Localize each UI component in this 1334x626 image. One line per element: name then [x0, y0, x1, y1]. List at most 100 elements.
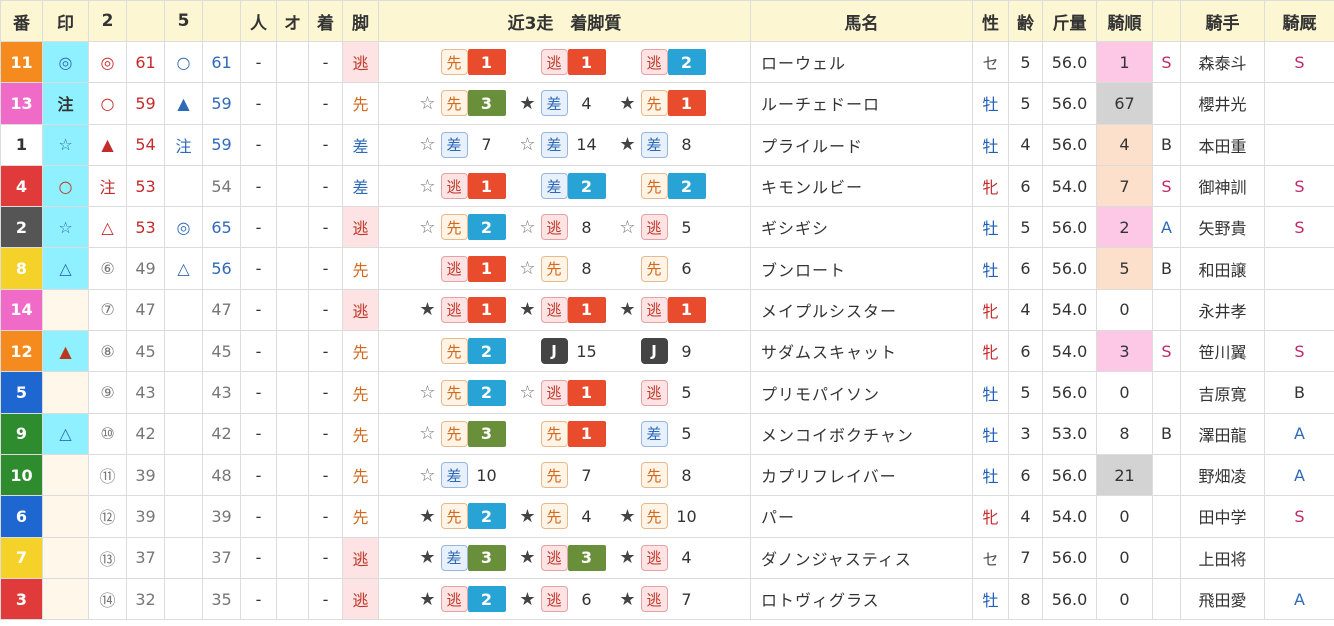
horse-name[interactable]: ローウェル: [750, 40, 973, 84]
header-ninki[interactable]: 人: [240, 0, 277, 42]
recent-race-3[interactable]: ☆ 逃 5: [615, 214, 715, 241]
header-score2-mark[interactable]: 2: [88, 0, 127, 42]
horse-name[interactable]: ルーチェドーロ: [750, 82, 973, 125]
recent-race-2[interactable]: ★ 先 4: [515, 503, 615, 530]
jockey-name[interactable]: 飛田愛: [1180, 577, 1265, 621]
recent-race-3[interactable]: 先2: [615, 173, 715, 200]
table-row[interactable]: 12 ▲ ⑧ 45 45- - 先先 2 J 15 J 9 サダムスキャット牝 6 54.0 3 S 笹川翼 S: [0, 330, 1334, 373]
header-jockey-grade[interactable]: [1152, 0, 1181, 42]
recent-race-1[interactable]: ☆ 逃 1: [415, 173, 515, 200]
header-horse-name[interactable]: 馬名: [750, 0, 973, 42]
header-odds[interactable]: オ: [276, 0, 309, 42]
header-kyakushitsu[interactable]: 脚: [342, 0, 379, 42]
header-score5[interactable]: [202, 0, 241, 42]
header-kikyu[interactable]: 騎厩: [1264, 0, 1334, 42]
table-row[interactable]: 13 注 ○ 59 ▲ 59- - 先 ☆ 先 3 ★ 差 4 ★ 先 1 ルーチェドーロ牡 5 56.0 67 櫻井光: [0, 82, 1334, 125]
recent-race-1[interactable]: ☆ 先 3: [415, 90, 515, 117]
recent-race-3[interactable]: 差5: [615, 420, 715, 447]
prediction-mark[interactable]: 注: [42, 82, 89, 125]
horse-name[interactable]: メイプルシスター: [750, 288, 973, 332]
recent-race-2[interactable]: 先7: [515, 462, 615, 489]
recent-race-1[interactable]: ★ 逃 2: [415, 586, 515, 612]
recent-race-3[interactable]: ★ 先 10: [615, 503, 715, 530]
recent-race-2[interactable]: J 15: [515, 338, 615, 365]
header-score5-mark[interactable]: 5: [164, 0, 203, 42]
prediction-mark[interactable]: [42, 577, 89, 621]
recent-race-2[interactable]: ☆ 逃 1: [515, 379, 615, 406]
horse-name[interactable]: カプリフレイバー: [750, 453, 973, 497]
jockey-name[interactable]: 吉原寛: [1180, 371, 1265, 414]
recent-race-2[interactable]: ☆ 先 8: [515, 255, 615, 282]
recent-race-2[interactable]: 逃1: [515, 49, 615, 76]
table-row[interactable]: 14 ⑦ 47 47- - 逃 ★ 逃 1 ★ 逃 1 ★ 逃 1 メイプルシスター牝 4 54.0 0 永井孝: [0, 288, 1334, 332]
recent-race-3[interactable]: 逃2: [615, 49, 715, 76]
header-shirushi[interactable]: 印: [42, 0, 89, 42]
recent-race-3[interactable]: 先8: [615, 462, 715, 489]
table-row[interactable]: 5 ⑨ 43 43- - 先 ☆ 先 2 ☆ 逃 1 逃 5 プリモパイソン牡 5 56.0 0 吉原寛 B: [0, 371, 1334, 414]
prediction-mark[interactable]: ○: [42, 164, 89, 208]
table-row[interactable]: 10 ⑪ 39 48- - 先 ☆ 差 10 先 7 先 8 カプリフレイバー牡 6 56.0 21 野畑凌 A: [0, 453, 1334, 497]
recent-race-3[interactable]: ★ 逃 7: [615, 586, 715, 612]
header-score2[interactable]: [126, 0, 165, 42]
recent-race-1[interactable]: 先1: [415, 49, 515, 76]
header-recent3[interactable]: 近3走 着脚質: [378, 0, 751, 42]
prediction-mark[interactable]: [42, 536, 89, 579]
jockey-name[interactable]: 櫻井光: [1180, 82, 1265, 125]
jockey-name[interactable]: 野畑凌: [1180, 453, 1265, 497]
horse-name[interactable]: メンコイボクチャン: [750, 412, 973, 455]
recent-race-3[interactable]: ★ 差 8: [615, 131, 715, 158]
header-chaku[interactable]: 着: [308, 0, 343, 42]
recent-race-1[interactable]: 先2: [415, 338, 515, 365]
recent-race-3[interactable]: J9: [615, 338, 715, 365]
header-age[interactable]: 齢: [1008, 0, 1043, 42]
recent-race-3[interactable]: ★ 逃 4: [615, 544, 715, 571]
horse-name[interactable]: ギシギシ: [750, 206, 973, 249]
horse-name[interactable]: プライルード: [750, 123, 973, 166]
recent-race-2[interactable]: 先1: [515, 420, 615, 447]
jockey-name[interactable]: 矢野貴: [1180, 206, 1265, 249]
prediction-mark[interactable]: [42, 288, 89, 332]
recent-race-3[interactable]: 逃5: [615, 379, 715, 406]
recent-race-3[interactable]: ★ 逃 1: [615, 296, 715, 323]
horse-name[interactable]: ブンロート: [750, 247, 973, 290]
recent-race-3[interactable]: 先6: [615, 255, 715, 282]
recent-race-2[interactable]: ☆ 逃 8: [515, 214, 615, 241]
recent-race-1[interactable]: ★ 逃 1: [415, 296, 515, 323]
jockey-name[interactable]: 本田重: [1180, 123, 1265, 166]
prediction-mark[interactable]: △: [42, 247, 89, 290]
table-row[interactable]: 4 ○ 注 53 54- - 差 ☆ 逃 1 差 2 先 2 キモンルビー牝 6 54.0 7 S 御神訓 S: [0, 164, 1334, 208]
prediction-mark[interactable]: [42, 371, 89, 414]
prediction-mark[interactable]: ◎: [42, 40, 89, 84]
table-row[interactable]: 11 ◎ ◎ 61 ○ 61- - 逃先 1 逃 1 逃 2 ローウェルセ 5 56.0 1 S 森泰斗 S: [0, 40, 1334, 84]
recent-race-1[interactable]: 逃1: [415, 255, 515, 282]
jockey-name[interactable]: 御神訓: [1180, 164, 1265, 208]
jockey-name[interactable]: 永井孝: [1180, 288, 1265, 332]
table-row[interactable]: 7 ⑬ 37 37- - 逃 ★ 差 3 ★ 逃 3 ★ 逃 4 ダノンジャスティスセ 7 56.0 0 上田将: [0, 536, 1334, 579]
jockey-name[interactable]: 笹川翼: [1180, 330, 1265, 373]
jockey-name[interactable]: 和田譲: [1180, 247, 1265, 290]
horse-name[interactable]: サダムスキャット: [750, 330, 973, 373]
recent-race-1[interactable]: ☆ 先 2: [415, 379, 515, 406]
prediction-mark[interactable]: ▲: [42, 330, 89, 373]
header-jockey[interactable]: 騎手: [1180, 0, 1265, 42]
header-jockey-rank[interactable]: 騎順: [1096, 0, 1153, 42]
recent-race-1[interactable]: ☆ 先 3: [415, 420, 515, 447]
recent-race-1[interactable]: ☆ 差 10: [415, 462, 515, 489]
jockey-name[interactable]: 田中学: [1180, 495, 1265, 538]
jockey-name[interactable]: 上田将: [1180, 536, 1265, 579]
prediction-mark[interactable]: △: [42, 412, 89, 455]
recent-race-2[interactable]: 差2: [515, 173, 615, 200]
horse-name[interactable]: パー: [750, 495, 973, 538]
table-row[interactable]: 8 △ ⑥ 49 △ 56- - 先逃 1 ☆ 先 8 先 6 ブンロート牡 6 56.0 5 B 和田譲: [0, 247, 1334, 290]
recent-race-1[interactable]: ☆ 差 7: [415, 131, 515, 158]
recent-race-2[interactable]: ★ 差 4: [515, 90, 615, 117]
header-ban[interactable]: 番: [0, 0, 43, 42]
recent-race-1[interactable]: ★ 先 2: [415, 503, 515, 530]
prediction-mark[interactable]: ☆: [42, 206, 89, 249]
table-row[interactable]: 3 ⑭ 32 35- - 逃 ★ 逃 2 ★ 逃 6 ★ 逃 7 ロトヴィグラス牡 8 56.0 0 飛田愛 A: [0, 577, 1334, 621]
table-row[interactable]: 2 ☆ △ 53 ◎ 65- - 逃 ☆ 先 2 ☆ 逃 8 ☆ 逃 5 ギシギシ牡 5 56.0 2 A 矢野貴 S: [0, 206, 1334, 249]
recent-race-2[interactable]: ★ 逃 1: [515, 296, 615, 323]
recent-race-2[interactable]: ★ 逃 6: [515, 586, 615, 612]
horse-name[interactable]: ロトヴィグラス: [750, 577, 973, 621]
recent-race-3[interactable]: ★ 先 1: [615, 90, 715, 117]
